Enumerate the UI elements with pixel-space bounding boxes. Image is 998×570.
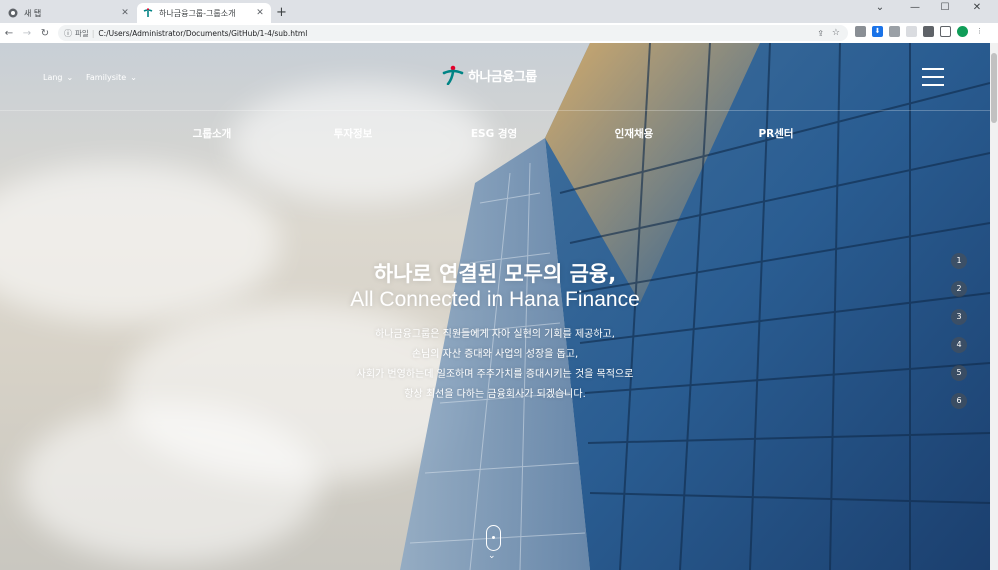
minimize-icon[interactable]: —: [900, 2, 930, 13]
browser-toolbar: ← → ↻ ⓘ 파일 | C:/Users/Administrator/Docu…: [0, 23, 998, 43]
tab-close-icon[interactable]: ✕: [120, 8, 130, 18]
site-logo[interactable]: 하나금융그룹: [442, 65, 537, 85]
puzzle-icon[interactable]: [923, 26, 934, 37]
page-scrollbar[interactable]: [990, 43, 998, 570]
bookmark-star-icon[interactable]: ☆: [832, 28, 840, 38]
familysite-dropdown[interactable]: Familysite ⌄: [86, 73, 137, 82]
extension-icons: ⬇ ⋮: [855, 26, 985, 37]
hero-description-line: 사회가 번영하는데 일조하며 주주가치를 증대시키는 것을 목적으로: [356, 369, 634, 380]
back-icon[interactable]: ←: [0, 28, 18, 39]
hero-description: 하나금융그룹은 직원들에게 자아 실현의 기회를 제공하고, 손님의 자산 증대…: [245, 325, 745, 405]
lang-label: Lang: [43, 73, 63, 82]
pager-dot-4[interactable]: 4: [951, 337, 967, 353]
side-panel-icon[interactable]: [940, 26, 951, 37]
mouse-scroll-icon[interactable]: [486, 525, 501, 551]
site-header: Lang ⌄ Familysite ⌄ 하나금융그룹: [0, 43, 990, 111]
pager-dot-1[interactable]: 1: [951, 253, 967, 269]
page-viewport: Lang ⌄ Familysite ⌄ 하나금융그룹 그룹소개 투자정보 ESG…: [0, 43, 990, 570]
tab-new-tab[interactable]: 새 탭 ✕: [2, 3, 136, 23]
address-scheme-label: 파일: [75, 28, 89, 38]
tab-title: 하나금융그룹-그룹소개: [159, 8, 236, 18]
forward-icon[interactable]: →: [18, 28, 36, 39]
camera-extension-icon[interactable]: [889, 26, 900, 37]
hero-description-line: 손님의 자산 증대와 사업의 성장을 돕고,: [411, 349, 579, 360]
maximize-icon[interactable]: ☐: [930, 2, 960, 13]
chevron-down-icon: ⌄: [66, 73, 74, 82]
new-tab-button[interactable]: +: [276, 5, 287, 20]
chrome-icon: [8, 8, 18, 18]
menu-item-group-intro[interactable]: 그룹소개: [172, 126, 252, 141]
extension-icon[interactable]: [906, 26, 917, 37]
tab-title: 새 탭: [24, 8, 42, 18]
pager-dot-6[interactable]: 6: [951, 393, 967, 409]
window-close-icon[interactable]: ✕: [962, 2, 992, 13]
hero-description-line: 항상 최선을 다하는 금융회사가 되겠습니다.: [404, 389, 586, 400]
chevron-down-icon: ⌄: [130, 73, 137, 82]
menu-item-pr-center[interactable]: PR센터: [736, 126, 816, 141]
hana-logo-icon: [442, 65, 464, 85]
menu-item-esg[interactable]: ESG 경영: [454, 126, 534, 141]
section-pager: 1 2 3 4 5 6: [951, 253, 967, 409]
download-extension-icon[interactable]: ⬇: [872, 26, 883, 37]
info-icon[interactable]: ⓘ: [64, 28, 72, 39]
address-url[interactable]: C:/Users/Administrator/Documents/GitHub/…: [98, 29, 307, 38]
chevron-down-icon: ⌄: [488, 551, 496, 561]
logo-text: 하나금융그룹: [468, 69, 537, 85]
tab-search-icon[interactable]: ⌄: [865, 2, 895, 13]
more-menu-icon[interactable]: ⋮: [974, 26, 985, 37]
pager-dot-5[interactable]: 5: [951, 365, 967, 381]
pager-dot-2[interactable]: 2: [951, 281, 967, 297]
browser-tab-strip: 새 탭 ✕ 하나금융그룹-그룹소개 ✕ + ⌄ — ☐ ✕: [0, 0, 998, 23]
share-icon[interactable]: ⇪: [817, 29, 824, 38]
pager-dot-3[interactable]: 3: [951, 309, 967, 325]
reload-icon[interactable]: ↻: [36, 28, 54, 39]
address-separator: |: [91, 28, 95, 38]
scrollbar-thumb[interactable]: [991, 53, 997, 123]
extension-icon[interactable]: [855, 26, 866, 37]
hana-logo-icon: [143, 8, 153, 18]
hero-title-korean: 하나로 연결된 모두의 금융,: [373, 262, 617, 286]
hero-title-english: All Connected in Hana Finance: [350, 288, 640, 311]
hero-title: 하나로 연결된 모두의 금융, All Connected in Hana Fi…: [245, 261, 745, 313]
address-bar[interactable]: ⓘ 파일 | C:/Users/Administrator/Documents/…: [58, 25, 848, 41]
hamburger-menu-icon[interactable]: [922, 68, 944, 86]
familysite-label: Familysite: [86, 73, 127, 82]
hero-description-line: 하나금융그룹은 직원들에게 자아 실현의 기회를 제공하고,: [375, 329, 615, 340]
lang-dropdown[interactable]: Lang ⌄: [43, 73, 73, 82]
profile-avatar[interactable]: [957, 26, 968, 37]
menu-item-recruit[interactable]: 인재채용: [594, 126, 674, 141]
tab-close-icon[interactable]: ✕: [255, 8, 265, 18]
menu-item-investor[interactable]: 투자정보: [313, 126, 393, 141]
tab-active-page[interactable]: 하나금융그룹-그룹소개 ✕: [137, 3, 271, 23]
